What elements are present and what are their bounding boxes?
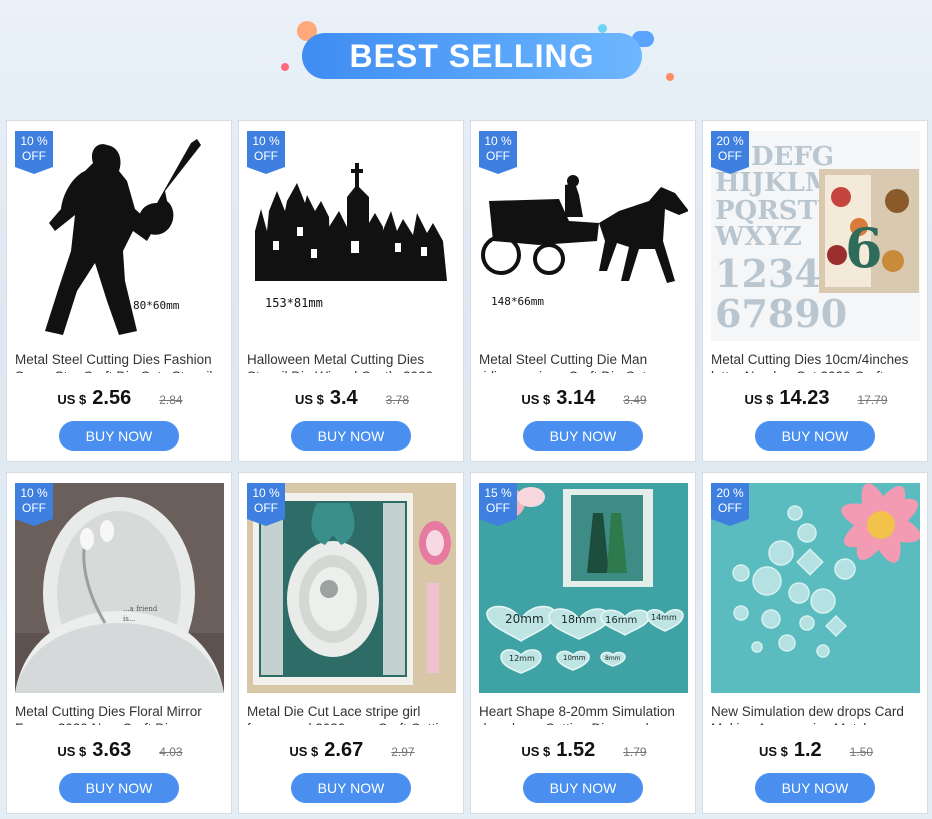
- section-title: BEST SELLING: [302, 33, 642, 79]
- product-card[interactable]: ...a friend is... 10 % OFF Metal Cutting …: [6, 472, 232, 814]
- price-row: US $ 2.67 2.97: [239, 739, 465, 765]
- svg-text:18mm: 18mm: [561, 613, 596, 626]
- product-title-overflow: Stencil Die Wizard Castle 2020: [247, 368, 457, 373]
- old-price: 4.03: [159, 745, 183, 759]
- svg-text:...a friend: ...a friend: [123, 605, 158, 613]
- currency: US $: [758, 744, 788, 759]
- svg-text:67890: 67890: [715, 291, 847, 336]
- price: 1.2: [793, 739, 822, 761]
- discount-badge: 20 % OFF: [711, 483, 749, 526]
- product-title[interactable]: New Simulation dew drops Card: [711, 703, 921, 721]
- price: 3.4: [329, 387, 358, 409]
- product-card[interactable]: 20 %OFF New Simulation dew drops Card Ma…: [702, 472, 928, 814]
- old-price: 3.78: [385, 393, 410, 407]
- product-title[interactable]: Metal Cutting Dies 10cm/4inches: [711, 351, 921, 369]
- buy-now-button[interactable]: BUY NOW: [755, 773, 875, 803]
- product-title[interactable]: Metal Cutting Dies Floral Mirror: [15, 703, 225, 721]
- price: 3.14: [556, 387, 596, 409]
- old-price: 3.49: [623, 393, 647, 407]
- image-caption: 80*60mm: [133, 299, 180, 312]
- product-card[interactable]: 153*81mm 10 % OFF Halloween Metal Cutting…: [238, 120, 464, 462]
- price-row: US $ 3.4 3.78: [239, 387, 465, 413]
- buy-now-button[interactable]: BUY NOW: [755, 421, 875, 451]
- buy-now-button[interactable]: BUY NOW: [59, 421, 179, 451]
- price-row: US $ 2.56 2.84: [7, 387, 233, 413]
- price-row: US $ 1.2 1.50: [703, 739, 929, 765]
- currency: US $: [289, 744, 319, 759]
- svg-text:12mm: 12mm: [509, 654, 535, 663]
- product-title[interactable]: Metal Die Cut Lace stripe girl: [247, 703, 457, 721]
- product-title[interactable]: Heart Shape 8-20mm Simulation: [479, 703, 689, 721]
- svg-text:WXYZ: WXYZ: [714, 222, 802, 252]
- currency: US $: [744, 392, 774, 407]
- discount-badge: 10 % OFF: [247, 131, 285, 174]
- price: 14.23: [779, 387, 830, 409]
- old-price: 1.50: [849, 745, 874, 759]
- price: 2.56: [92, 387, 132, 409]
- product-title[interactable]: Metal Steel Cutting Die Man: [479, 351, 689, 369]
- buy-now-button[interactable]: BUY NOW: [523, 773, 643, 803]
- svg-text:16mm: 16mm: [605, 615, 637, 626]
- currency: US $: [521, 744, 551, 759]
- discount-badge: 10 % OFF: [479, 131, 517, 174]
- product-title[interactable]: Metal Steel Cutting Dies Fashion: [15, 351, 225, 369]
- buy-now-button[interactable]: BUY NOW: [523, 421, 643, 451]
- decor-dot: [281, 63, 289, 71]
- price: 3.63: [92, 739, 132, 761]
- price-row: US $ 3.63 4.03: [7, 739, 233, 765]
- image-caption: 148*66mm: [491, 295, 544, 308]
- currency: US $: [294, 392, 324, 407]
- discount-badge: 10 % OFF: [247, 483, 285, 526]
- price-row: US $ 3.14 3.49: [471, 387, 697, 413]
- price: 1.52: [556, 739, 596, 761]
- price-row: US $ 14.23 17.79: [703, 387, 929, 413]
- old-price: 2.84: [159, 393, 183, 407]
- product-card[interactable]: DEFG HIJKLMNO PQRSTUV WXYZ 12345 67890 6…: [702, 120, 928, 462]
- product-title[interactable]: Halloween Metal Cutting Dies: [247, 351, 457, 369]
- product-title-overflow: Frame 2020 New Craft Dies: [15, 720, 225, 725]
- decor-dot: [666, 73, 674, 81]
- currency: US $: [57, 744, 87, 759]
- discount-badge: 10 % OFF: [15, 483, 53, 526]
- old-price: 1.79: [623, 745, 647, 759]
- product-title-overflow: frame card 2020 new Craft Cutting: [247, 720, 457, 725]
- svg-text:20mm: 20mm: [505, 612, 544, 626]
- product-card[interactable]: 10 %OFF Metal Die Cut Lace stripe girl f…: [238, 472, 464, 814]
- buy-now-button[interactable]: BUY NOW: [291, 773, 411, 803]
- old-price: 17.79: [857, 393, 888, 407]
- product-title-overflow: Making Accessories Match: [711, 720, 921, 725]
- product-title-overflow: dew drops Cutting Dies card: [479, 720, 689, 725]
- product-card[interactable]: 20mm 18mm 16mm 14mm 12mm 10mm 8mm 15 % OF…: [470, 472, 696, 814]
- product-card[interactable]: 148*66mm 10 % OFF Metal Steel Cutting Die…: [470, 120, 696, 462]
- svg-text:8mm: 8mm: [605, 655, 621, 662]
- svg-text:6: 6: [845, 216, 883, 280]
- product-title-overflow: riding carriage Craft Die Cuts: [479, 368, 689, 373]
- product-grid: 80*60mm 10 % OFF Metal Steel Cutting Dies…: [6, 120, 928, 814]
- discount-badge: 15 % OFF: [479, 483, 517, 526]
- old-price: 2.97: [391, 745, 415, 759]
- currency: US $: [521, 392, 551, 407]
- discount-badge: 20 % OFF: [711, 131, 749, 174]
- price: 2.67: [324, 739, 364, 761]
- product-card[interactable]: 80*60mm 10 % OFF Metal Steel Cutting Dies…: [6, 120, 232, 462]
- buy-now-button[interactable]: BUY NOW: [59, 773, 179, 803]
- product-title-overflow: letter Number Set 2020 Craft: [711, 368, 921, 373]
- price-row: US $ 1.52 1.79: [471, 739, 697, 765]
- svg-text:10mm: 10mm: [563, 654, 586, 662]
- image-caption: 153*81mm: [265, 296, 323, 310]
- decor-dot: [598, 24, 607, 33]
- product-title-overflow: Super Star Craft Die Cuts Stencil: [15, 368, 225, 373]
- best-selling-header: BEST SELLING: [0, 0, 932, 110]
- svg-text:14mm: 14mm: [651, 613, 677, 622]
- currency: US $: [57, 392, 87, 407]
- svg-text:is...: is...: [123, 615, 136, 623]
- buy-now-button[interactable]: BUY NOW: [291, 421, 411, 451]
- discount-badge: 10 % OFF: [15, 131, 53, 174]
